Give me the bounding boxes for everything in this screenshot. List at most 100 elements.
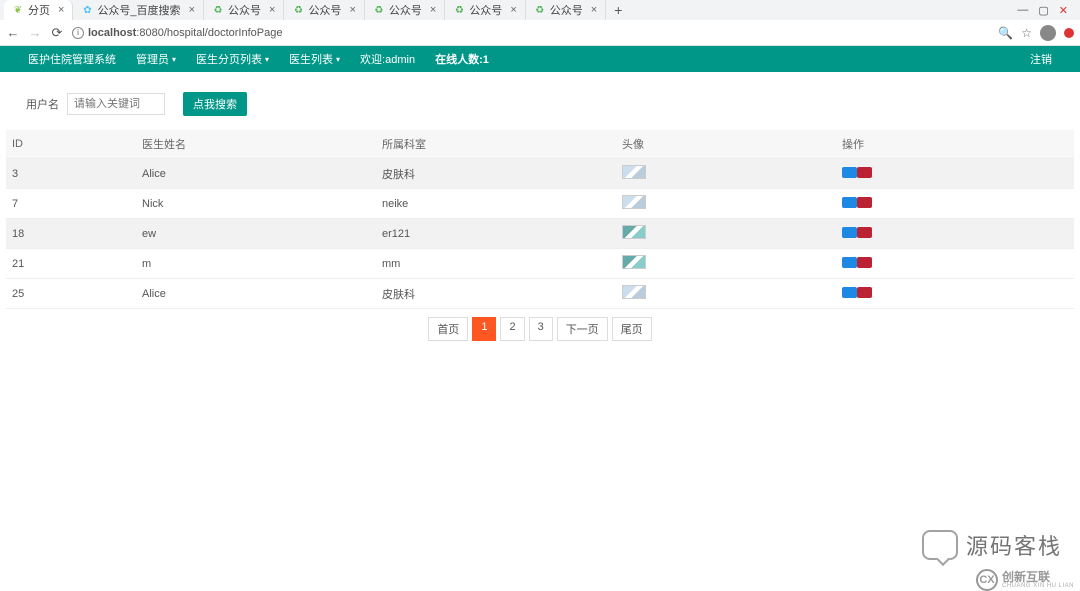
search-label: 用户名 xyxy=(26,96,59,112)
avatar-thumb xyxy=(622,195,646,209)
cell-dept: 皮肤科 xyxy=(376,279,616,309)
info-icon[interactable]: i xyxy=(72,27,84,39)
delete-button[interactable] xyxy=(857,287,872,298)
table-row: 7Nickneike xyxy=(6,189,1074,219)
edit-button[interactable] xyxy=(842,257,857,268)
browser-tab[interactable]: ♻ 公众号 × xyxy=(445,0,525,20)
app-nav: 医护住院管理系统 管理员▾ 医生分页列表▾ 医生列表▾ 欢迎:admin 在线人… xyxy=(0,46,1080,72)
cell-avatar xyxy=(616,249,836,279)
back-icon[interactable]: ← xyxy=(6,26,20,40)
page-next[interactable]: 下一页 xyxy=(557,317,608,341)
browser-tab[interactable]: ♻ 公众号 × xyxy=(365,0,445,20)
delete-button[interactable] xyxy=(857,197,872,208)
close-icon[interactable]: × xyxy=(349,4,355,16)
maximize-icon[interactable]: ▢ xyxy=(1038,4,1048,17)
profile-avatar-icon[interactable] xyxy=(1040,25,1056,41)
cell-name: Alice xyxy=(136,159,376,189)
cell-name: Alice xyxy=(136,279,376,309)
delete-button[interactable] xyxy=(857,257,872,268)
cell-ops xyxy=(836,249,1074,279)
close-icon[interactable]: × xyxy=(58,4,64,16)
page-3[interactable]: 3 xyxy=(529,317,553,341)
chevron-down-icon: ▾ xyxy=(172,55,176,64)
page-2[interactable]: 2 xyxy=(500,317,524,341)
window-controls: — ▢ ✕ xyxy=(1017,4,1076,17)
reload-icon[interactable]: ⟳ xyxy=(50,26,64,40)
col-dept: 所属科室 xyxy=(376,130,616,159)
doctor-table: ID 医生姓名 所属科室 头像 操作 3Alice皮肤科7Nickneike18… xyxy=(6,130,1074,309)
logo-icon: CX xyxy=(976,569,998,591)
edit-button[interactable] xyxy=(842,197,857,208)
edit-button[interactable] xyxy=(842,227,857,238)
delete-button[interactable] xyxy=(857,167,872,178)
avatar-thumb xyxy=(622,165,646,179)
nav-welcome: 欢迎:admin xyxy=(350,46,425,72)
browser-tab[interactable]: ♻ 公众号 × xyxy=(526,0,606,20)
edit-button[interactable] xyxy=(842,287,857,298)
watermark-text: 源码客栈 xyxy=(966,529,1062,561)
col-ops: 操作 xyxy=(836,130,1074,159)
recycle-icon: ♻ xyxy=(534,4,546,16)
browser-tab[interactable]: ♻ 公众号 × xyxy=(204,0,284,20)
nav-admin[interactable]: 管理员▾ xyxy=(126,46,186,72)
cell-id: 25 xyxy=(6,279,136,309)
browser-chrome: ❦ 分页 × ✿ 公众号_百度搜索 × ♻ 公众号 × ♻ 公众号 × ♻ 公众… xyxy=(0,0,1080,46)
tab-title: 公众号 xyxy=(308,2,341,18)
page-first[interactable]: 首页 xyxy=(428,317,468,341)
cell-id: 7 xyxy=(6,189,136,219)
search-row: 用户名 点我搜索 xyxy=(6,92,1074,116)
recycle-icon: ♻ xyxy=(373,4,385,16)
watermark-chat: 源码客栈 xyxy=(922,529,1062,561)
pagination: 首页 1 2 3 下一页 尾页 xyxy=(6,317,1074,341)
extension-icon[interactable] xyxy=(1064,28,1074,38)
new-tab-button[interactable]: + xyxy=(606,2,630,18)
cell-dept: er121 xyxy=(376,219,616,249)
nav-doctor-page-list[interactable]: 医生分页列表▾ xyxy=(186,46,279,72)
search-icon[interactable]: 🔍 xyxy=(998,26,1013,40)
cell-id: 21 xyxy=(6,249,136,279)
table-row: 18ewer121 xyxy=(6,219,1074,249)
edit-button[interactable] xyxy=(842,167,857,178)
close-window-icon[interactable]: ✕ xyxy=(1059,4,1068,17)
cell-ops xyxy=(836,219,1074,249)
logo-sub: CHUANG XIN HU LIAN xyxy=(1002,583,1074,589)
cell-ops xyxy=(836,159,1074,189)
page-1[interactable]: 1 xyxy=(472,317,496,341)
cell-dept: neike xyxy=(376,189,616,219)
main-content: 用户名 点我搜索 ID 医生姓名 所属科室 头像 操作 3Alice皮肤科7Ni… xyxy=(0,72,1080,341)
close-icon[interactable]: × xyxy=(269,4,275,16)
nav-doctor-list[interactable]: 医生列表▾ xyxy=(279,46,350,72)
close-icon[interactable]: × xyxy=(189,4,195,16)
browser-tab[interactable]: ❦ 分页 × xyxy=(4,0,73,20)
browser-tab[interactable]: ♻ 公众号 × xyxy=(284,0,364,20)
nav-logout[interactable]: 注销 xyxy=(1020,46,1062,72)
recycle-icon: ♻ xyxy=(212,4,224,16)
page-last[interactable]: 尾页 xyxy=(612,317,652,341)
close-icon[interactable]: × xyxy=(430,4,436,16)
close-icon[interactable]: × xyxy=(591,4,597,16)
close-icon[interactable]: × xyxy=(510,4,516,16)
url-host: localhost xyxy=(88,27,136,39)
cell-avatar xyxy=(616,219,836,249)
cell-id: 3 xyxy=(6,159,136,189)
cell-id: 18 xyxy=(6,219,136,249)
cell-dept: 皮肤科 xyxy=(376,159,616,189)
table-row: 3Alice皮肤科 xyxy=(6,159,1074,189)
recycle-icon: ♻ xyxy=(292,4,304,16)
star-icon[interactable]: ☆ xyxy=(1021,26,1032,40)
col-name: 医生姓名 xyxy=(136,130,376,159)
search-button[interactable]: 点我搜索 xyxy=(183,92,247,116)
delete-button[interactable] xyxy=(857,227,872,238)
chat-bubble-icon xyxy=(922,530,958,560)
nav-brand[interactable]: 医护住院管理系统 xyxy=(18,46,126,72)
browser-tab[interactable]: ✿ 公众号_百度搜索 × xyxy=(73,0,204,20)
tab-title: 公众号 xyxy=(228,2,261,18)
search-input[interactable] xyxy=(67,93,165,115)
minimize-icon[interactable]: — xyxy=(1017,4,1028,17)
cell-name: m xyxy=(136,249,376,279)
avatar-thumb xyxy=(622,285,646,299)
forward-icon[interactable]: → xyxy=(28,26,42,40)
col-id: ID xyxy=(6,130,136,159)
url-field[interactable]: i localhost:8080/hospital/doctorInfoPage xyxy=(72,27,990,39)
cell-name: ew xyxy=(136,219,376,249)
